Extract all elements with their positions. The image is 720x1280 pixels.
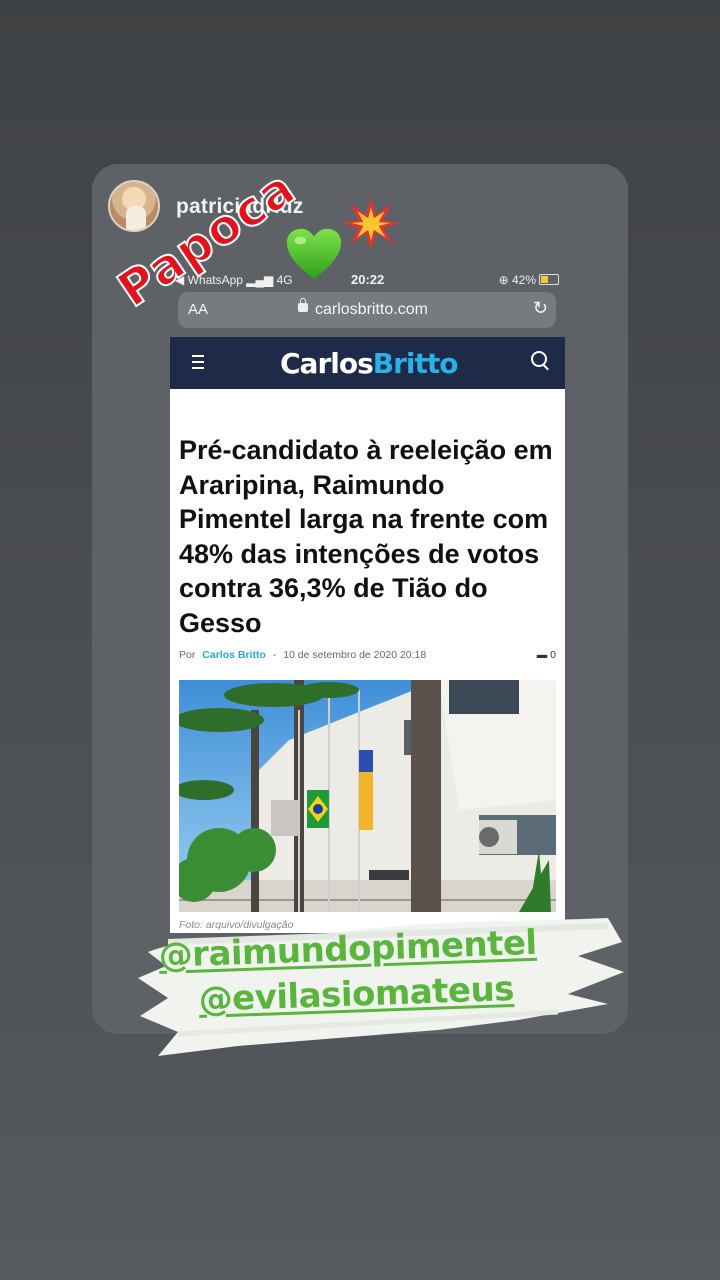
url-text[interactable]: carlosbritto.com [315,301,428,319]
site-header: CarlosBritto [170,337,565,389]
meta-separator: - [272,649,277,661]
reload-icon[interactable]: ↻ [533,298,548,319]
site-logo[interactable]: CarlosBritto [280,347,459,380]
rotation-lock-icon: ⊕ [498,273,509,287]
building-flags-illustration [179,680,556,912]
avatar[interactable] [108,180,160,232]
author-link[interactable]: Carlos Britto [202,649,266,661]
comment-count: 0 [550,649,556,661]
phone-status-bar: ◀ WhatsApp ▂▄▆ 4G 20:22 ⊕ 42% [170,268,565,290]
article-headline: Pré-candidato à reeleição em Araripina, … [179,435,553,638]
menu-icon[interactable] [192,355,204,357]
status-time: 20:22 [351,272,385,287]
burst-emoji-icon [342,197,400,250]
search-icon[interactable] [531,351,547,367]
web-page: CarlosBritto Pré-candidato à reeleição e… [170,337,565,933]
article-date: 10 de setembro de 2020 20:18 [283,649,427,661]
by-label: Por [179,649,196,661]
text-size-button[interactable]: AA [188,301,208,318]
comment-icon: ▬ [536,649,548,661]
battery-percent: 42% [511,273,536,287]
signal-icon: ▂▄▆ [246,273,274,287]
article-meta: Por Carlos Britto - 10 de setembro de 20… [179,649,556,661]
article-photo[interactable] [179,680,556,912]
lock-icon [298,298,308,312]
comments-link[interactable]: ▬ 0 [537,649,556,661]
network-type: 4G [276,273,293,287]
battery-icon [539,274,559,285]
browser-address-bar[interactable]: AA carlosbritto.com ↻ [178,292,556,328]
